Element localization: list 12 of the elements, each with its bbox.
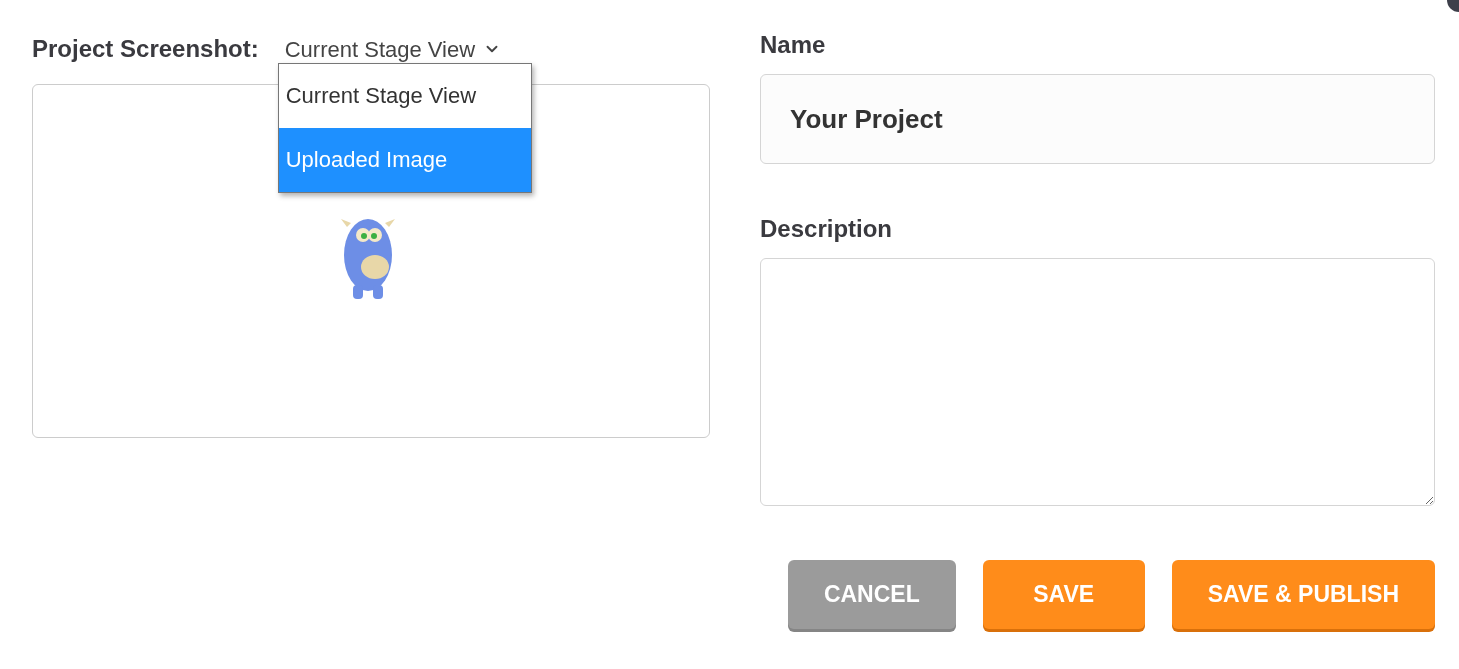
description-field[interactable] [760,258,1435,506]
dropdown-option[interactable]: Current Stage View [278,63,531,128]
action-button[interactable]: SAVE [982,560,1145,629]
field-label: Description [760,214,894,244]
dropdown-option[interactable]: Uploaded Image [278,127,531,192]
screenshot-select[interactable]: Current Stage View [284,32,502,66]
section-label: Project Screenshot: [32,34,259,64]
action-button[interactable]: SAVE & PUBLISH [1171,560,1435,629]
name-field[interactable]: Your Project [760,74,1435,164]
corner-button[interactable] [1447,0,1459,12]
action-button[interactable]: CANCEL [787,560,956,629]
field-label: Name [760,30,827,60]
